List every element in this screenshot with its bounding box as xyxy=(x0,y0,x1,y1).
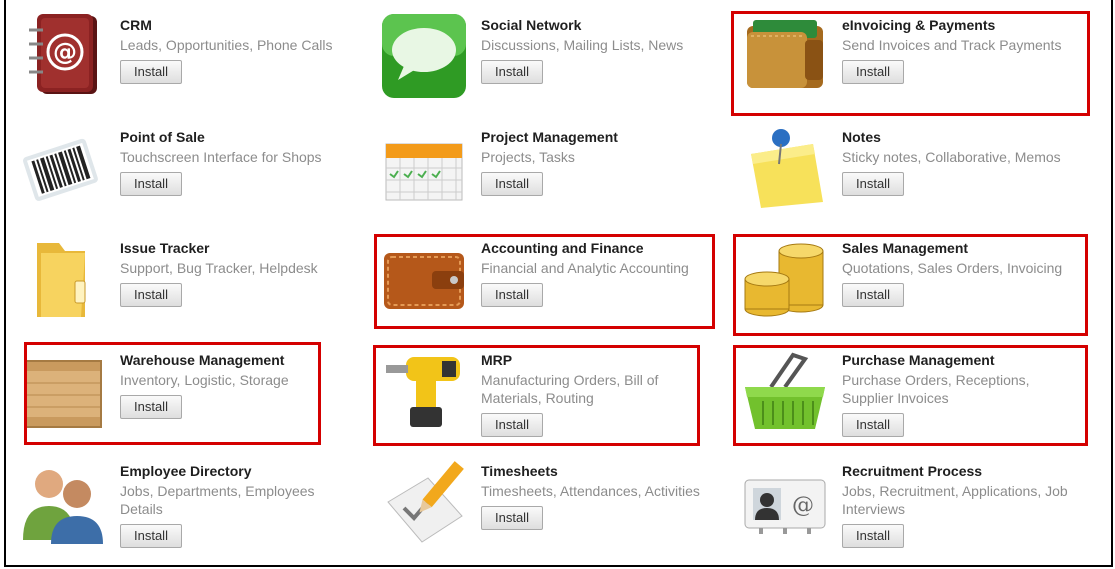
app-info: Timesheets Timesheets, Attendances, Activ… xyxy=(481,462,721,530)
app-title: Point of Sale xyxy=(120,129,205,145)
app-card: Notes Sticky notes, Collaborative, Memos I… xyxy=(741,112,1086,224)
contact-card-icon: @ xyxy=(741,458,829,546)
app-info: Recruitment Process Jobs, Recruitment, Ap… xyxy=(842,462,1082,548)
app-title: Project Management xyxy=(481,129,618,145)
install-button[interactable]: Install xyxy=(120,524,182,548)
calendar-icon xyxy=(380,124,468,212)
app-title: Social Network xyxy=(481,17,582,33)
pencil-checklist-icon xyxy=(380,458,468,546)
app-card: Project Management Projects, Tasks Install xyxy=(380,112,725,224)
app-info: Project Management Projects, Tasks Install xyxy=(481,128,721,196)
install-button[interactable]: Install xyxy=(120,60,182,84)
app-card: Issue Tracker Support, Bug Tracker, Helpd… xyxy=(19,223,364,335)
app-title: Issue Tracker xyxy=(120,240,210,256)
install-button[interactable]: Install xyxy=(842,172,904,196)
highlight-box xyxy=(374,234,715,329)
app-title: Notes xyxy=(842,129,881,145)
address-book-icon: @ xyxy=(19,12,107,100)
folder-icon xyxy=(19,235,107,323)
app-info: Issue Tracker Support, Bug Tracker, Helpd… xyxy=(120,239,360,307)
install-button[interactable]: Install xyxy=(120,283,182,307)
app-info: Notes Sticky notes, Collaborative, Memos I… xyxy=(842,128,1082,196)
app-title: CRM xyxy=(120,17,152,33)
chat-bubble-icon xyxy=(380,12,468,100)
highlight-box xyxy=(733,345,1088,446)
highlight-box xyxy=(24,342,321,445)
app-description: Leads, Opportunities, Phone Calls xyxy=(120,37,333,53)
app-title: Recruitment Process xyxy=(842,463,983,479)
install-button[interactable]: Install xyxy=(120,172,182,196)
app-card: @ Recruitment Process Jobs, Recruitment, … xyxy=(741,446,1086,558)
highlight-box xyxy=(373,345,700,446)
app-description: Sticky notes, Collaborative, Memos xyxy=(842,149,1061,165)
app-info: Social Network Discussions, Mailing Lists… xyxy=(481,16,721,84)
install-button[interactable]: Install xyxy=(481,60,543,84)
app-description: Jobs, Recruitment, Applications, Job Int… xyxy=(842,483,1068,517)
app-info: Point of Sale Touchscreen Interface for S… xyxy=(120,128,360,196)
app-description: Support, Bug Tracker, Helpdesk xyxy=(120,260,318,276)
app-description: Jobs, Departments, Employees Details xyxy=(120,483,315,517)
app-card: Social Network Discussions, Mailing Lists… xyxy=(380,0,725,112)
svg-text:@: @ xyxy=(53,38,77,66)
install-button[interactable]: Install xyxy=(842,524,904,548)
install-button[interactable]: Install xyxy=(481,172,543,196)
app-card: Point of Sale Touchscreen Interface for S… xyxy=(19,112,364,224)
app-info: Employee Directory Jobs, Departments, Emp… xyxy=(120,462,360,548)
app-card: @ CRM Leads, Opportunities, Phone Calls In… xyxy=(19,0,364,112)
app-card: Timesheets Timesheets, Attendances, Activ… xyxy=(380,446,725,558)
sticky-note-icon xyxy=(741,124,829,212)
app-card: Employee Directory Jobs, Departments, Emp… xyxy=(19,446,364,558)
svg-text:@: @ xyxy=(792,493,814,518)
app-description: Touchscreen Interface for Shops xyxy=(120,149,322,165)
app-description: Projects, Tasks xyxy=(481,149,575,165)
people-icon xyxy=(19,458,107,546)
app-title: Timesheets xyxy=(481,463,558,479)
app-title: Employee Directory xyxy=(120,463,252,479)
barcode-scanner-icon xyxy=(19,124,107,212)
highlight-box xyxy=(733,234,1088,336)
app-description: Discussions, Mailing Lists, News xyxy=(481,37,684,53)
highlight-box xyxy=(731,11,1090,116)
app-description: Timesheets, Attendances, Activities xyxy=(481,483,700,499)
install-button[interactable]: Install xyxy=(481,506,543,530)
app-info: CRM Leads, Opportunities, Phone Calls Inst… xyxy=(120,16,360,84)
